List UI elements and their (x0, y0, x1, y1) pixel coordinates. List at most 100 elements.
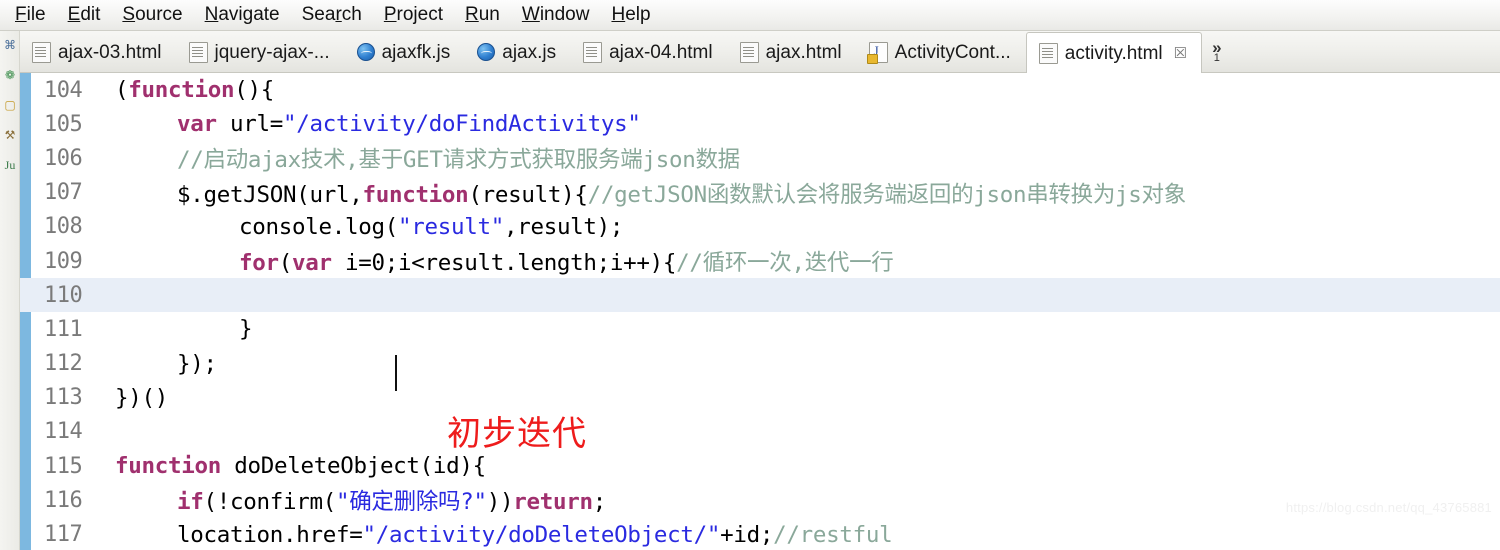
code-text[interactable]: } (239, 316, 253, 343)
junit-icon[interactable]: Ju (2, 157, 18, 173)
code-line[interactable]: 107 $.getJSON(url,function(result){//getJ… (20, 176, 1500, 210)
menu-item-edit[interactable]: Edit (57, 3, 112, 28)
token-kw: var (177, 111, 217, 138)
watermark: https://blog.csdn.net/qq_43765881 (1285, 500, 1492, 515)
tab-activity-html[interactable]: activity.html ☒ (1025, 32, 1203, 73)
token-plain: i=0;i<result.length;i++){ (331, 250, 677, 277)
tab-label: jquery-ajax-... (214, 41, 330, 63)
palette-icon[interactable]: ❁ (2, 67, 18, 83)
tab-strip: ajax-03.html jquery-ajax-... ajaxfk.js ajax… (20, 31, 1232, 73)
line-number: 104 (44, 77, 83, 103)
token-kw: function (128, 77, 235, 104)
token-plain: url= (216, 111, 283, 138)
tab-ajax-03-html[interactable]: ajax-03.html (20, 31, 177, 73)
line-number: 108 (44, 214, 83, 240)
tab-label: activity.html (1064, 42, 1163, 64)
token-plain: ( (115, 77, 129, 104)
code-line[interactable]: 116 if(!confirm("确定删除吗?"))return; (20, 483, 1500, 517)
token-plain: (){ (234, 77, 274, 104)
code-line[interactable]: 105 var url="/activity/doFindActivitys" (20, 107, 1500, 141)
code-text[interactable]: $.getJSON(url,function(result){//getJSON… (177, 177, 1186, 209)
line-number: 110 (44, 282, 83, 308)
code-line[interactable]: 112}); (20, 347, 1500, 381)
menu-item-window[interactable]: Window (511, 3, 601, 28)
code-line[interactable]: 113 })() (20, 381, 1500, 415)
tab-label: ajax-04.html (609, 41, 713, 63)
code-line[interactable]: 108 console.log("result",result); (20, 210, 1500, 244)
menu-item-search[interactable]: Search (291, 3, 373, 28)
folder-icon[interactable]: ▢ (2, 97, 18, 113)
token-kw: if (177, 489, 204, 516)
line-number: 115 (44, 453, 83, 479)
token-cmt: //循环一次,迭代一行 (676, 250, 894, 277)
menu-item-help[interactable]: Help (600, 3, 661, 28)
token-plain: $.getJSON(url, (177, 181, 363, 208)
tab-overflow-chevron-icon[interactable]: » 1 (1202, 31, 1231, 73)
close-icon[interactable]: ☒ (1174, 46, 1187, 61)
tab-label: ajax.js (502, 41, 557, 63)
token-kw: for (239, 250, 279, 277)
code-text[interactable]: function doDeleteObject(id){ (115, 453, 486, 479)
token-kw: return (513, 489, 593, 516)
menu-item-file[interactable]: File (4, 3, 57, 28)
code-line[interactable]: 114 (20, 415, 1500, 449)
html-file-icon (739, 41, 759, 63)
line-number: 116 (44, 487, 83, 513)
outline-icon[interactable]: ⌘ (2, 37, 18, 53)
token-plain: ( (278, 250, 293, 277)
line-number: 111 (44, 316, 83, 342)
line-number: 107 (44, 180, 83, 206)
html-file-icon (583, 41, 603, 63)
token-str: "/activity/doDeleteObject/" (362, 521, 721, 548)
code-line[interactable]: 111} (20, 312, 1500, 346)
wrench-icon[interactable]: ⚒ (2, 127, 18, 143)
token-plain: doDeleteObject(id){ (220, 453, 486, 480)
token-str: "result" (397, 213, 504, 240)
tab-ajax-04-html[interactable]: ajax-04.html (571, 31, 728, 73)
tab-ajax-html[interactable]: ajax.html (728, 31, 857, 73)
token-plain: }); (177, 350, 217, 377)
token-kw: function (362, 181, 469, 208)
line-number: 113 (44, 385, 83, 411)
menu-bar: File Edit Source Navigate Search Project Run Wi… (0, 0, 1500, 31)
code-line[interactable]: 117 location.href="/activity/doDeleteObje… (20, 517, 1500, 550)
tab-ajaxfk-js[interactable]: ajaxfk.js (345, 31, 466, 73)
tab-label: ajaxfk.js (381, 41, 451, 63)
token-str: "/activity/doFindActivitys" (282, 111, 641, 138)
code-editor[interactable]: 104 (function(){105 var url="/activity/doF… (20, 73, 1500, 550)
line-number: 114 (44, 419, 83, 445)
code-text[interactable]: //启动ajax技术,基于GET请求方式获取服务端json数据 (177, 142, 740, 174)
code-text[interactable]: console.log("result",result); (239, 214, 623, 240)
code-text[interactable]: location.href="/activity/doDeleteObject/… (177, 521, 893, 548)
menu-item-project[interactable]: Project (373, 3, 454, 28)
token-plain: location.href= (177, 521, 363, 548)
code-text[interactable]: (function(){ (115, 77, 274, 103)
code-text[interactable]: if(!confirm("确定删除吗?"))return; (177, 484, 606, 516)
code-text[interactable]: for(var i=0;i<result.length;i++){//循环一次,… (239, 245, 894, 277)
menu-item-navigate[interactable]: Navigate (194, 3, 291, 28)
token-str: "确定删除吗?" (335, 489, 487, 516)
tab-activitycont[interactable]: ActivityCont... (857, 31, 1026, 73)
code-line[interactable]: 104 (function(){ (20, 73, 1500, 107)
editor-tab-bar: ajax-03.html jquery-ajax-... ajaxfk.js ajax… (0, 31, 1500, 73)
html-file-icon (188, 41, 208, 63)
code-line[interactable]: 106 //启动ajax技术,基于GET请求方式获取服务端json数据 (20, 141, 1500, 175)
token-cmt: //restful (773, 521, 893, 548)
token-plain: console.log( (239, 213, 398, 240)
token-cmt: //启动ajax技术,基于GET请求方式获取服务端json数据 (177, 147, 740, 174)
code-content[interactable]: 104 (function(){105 var url="/activity/doF… (20, 73, 1500, 550)
tab-ajax-js[interactable]: ajax.js (465, 31, 571, 73)
tab-jquery-ajax[interactable]: jquery-ajax-... (177, 31, 345, 73)
token-plain: } (239, 316, 253, 343)
code-line[interactable]: 115 function doDeleteObject(id){ (20, 449, 1500, 483)
menu-item-run[interactable]: Run (454, 3, 511, 28)
line-number: 106 (44, 145, 83, 171)
code-line[interactable]: 110 (20, 278, 1500, 313)
code-text[interactable]: })() (115, 385, 168, 411)
token-plain: (result){ (468, 181, 588, 208)
tab-label: ajax-03.html (58, 41, 162, 63)
code-text[interactable]: var url="/activity/doFindActivitys" (177, 111, 641, 137)
code-text[interactable]: }); (177, 351, 217, 377)
code-line[interactable]: 109 for(var i=0;i<result.length;i++){//循环… (20, 244, 1500, 278)
menu-item-source[interactable]: Source (111, 3, 193, 28)
